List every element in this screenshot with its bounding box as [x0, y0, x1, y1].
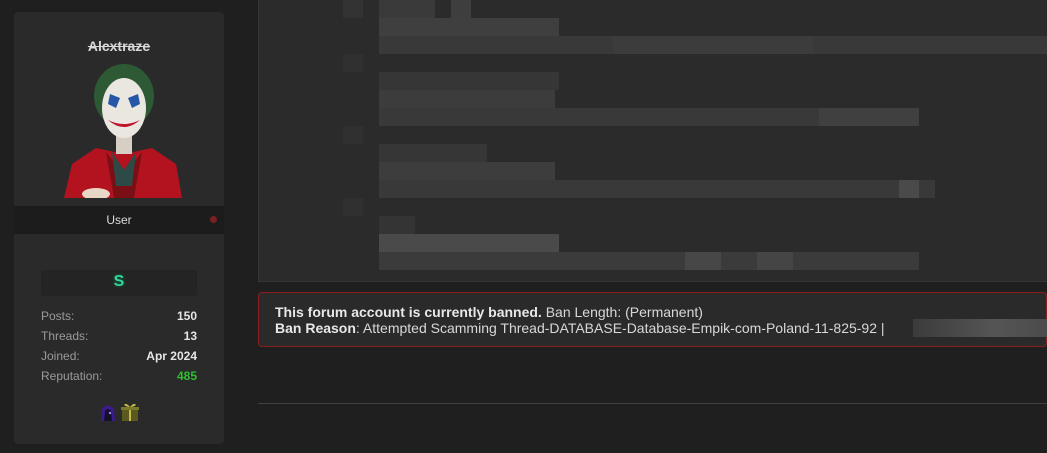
ban-reason-line: Ban Reason: Attempted Scamming Thread-DA…: [275, 320, 885, 336]
stat-row-joined: Joined: Apr 2024: [41, 346, 197, 366]
user-role-label: User: [106, 213, 132, 227]
stat-value: 13: [183, 329, 197, 343]
stat-value: Apr 2024: [146, 349, 197, 363]
ban-reason-text: : Attempted Scamming Thread-DATABASE-Dat…: [355, 320, 885, 336]
gift-box-icon[interactable]: [120, 402, 140, 422]
badge-glyph: S: [113, 273, 125, 290]
stat-label: Posts:: [41, 309, 75, 323]
post-content-pixelated: [258, 0, 1047, 282]
pixel-block: [613, 36, 813, 54]
awards-row: [98, 402, 140, 422]
pixel-block: [379, 144, 487, 162]
user-stats: Posts: 150 Threads: 13 Joined: Apr 2024 …: [41, 306, 197, 386]
pixel-block: [899, 180, 919, 198]
pixel-block: [343, 198, 363, 216]
pixel-block: [379, 72, 559, 90]
pixel-block: [379, 18, 559, 36]
pixel-block: [757, 252, 793, 270]
avatar[interactable]: [54, 56, 194, 198]
stat-label: Joined:: [41, 349, 80, 363]
hooded-figure-icon[interactable]: [98, 402, 118, 422]
pixel-block: [451, 0, 471, 18]
pixel-block: [379, 90, 555, 108]
stat-label: Reputation:: [41, 369, 103, 383]
post-divider: [258, 403, 1047, 404]
pixel-block: [379, 162, 555, 180]
stat-row-threads: Threads: 13: [41, 326, 197, 346]
pixel-block: [343, 0, 363, 18]
pixel-block: [379, 234, 559, 252]
pixel-block: [379, 252, 919, 270]
user-group-badge: S: [41, 270, 197, 296]
pixel-block: [685, 252, 721, 270]
ban-reason-label: Ban Reason: [275, 320, 356, 336]
user-card: Alcxtraze User S Posts: 150 Threads: 13 …: [14, 12, 224, 444]
stat-row-reputation: Reputation: 485: [41, 366, 197, 386]
ban-headline: This forum account is currently banned.: [275, 304, 542, 320]
role-bar: User: [14, 206, 224, 234]
pixel-block: [379, 216, 415, 234]
online-status-dot: [210, 216, 217, 223]
ban-length: Ban Length: (Permanent): [545, 304, 703, 320]
pixel-block: [379, 180, 935, 198]
stat-value: 150: [176, 309, 197, 323]
stat-value-reputation[interactable]: 485: [177, 369, 197, 383]
ban-length-line: This forum account is currently banned. …: [275, 304, 703, 320]
stat-label: Threads:: [41, 329, 89, 343]
pixel-block: [819, 108, 919, 126]
pixel-block: [379, 0, 435, 18]
ban-notice: This forum account is currently banned. …: [258, 292, 1047, 347]
pixel-block: [343, 54, 363, 72]
stat-row-posts: Posts: 150: [41, 306, 197, 326]
redacted-text: [913, 319, 1047, 337]
username-link[interactable]: Alcxtraze: [14, 38, 224, 54]
pixel-block: [343, 126, 363, 144]
